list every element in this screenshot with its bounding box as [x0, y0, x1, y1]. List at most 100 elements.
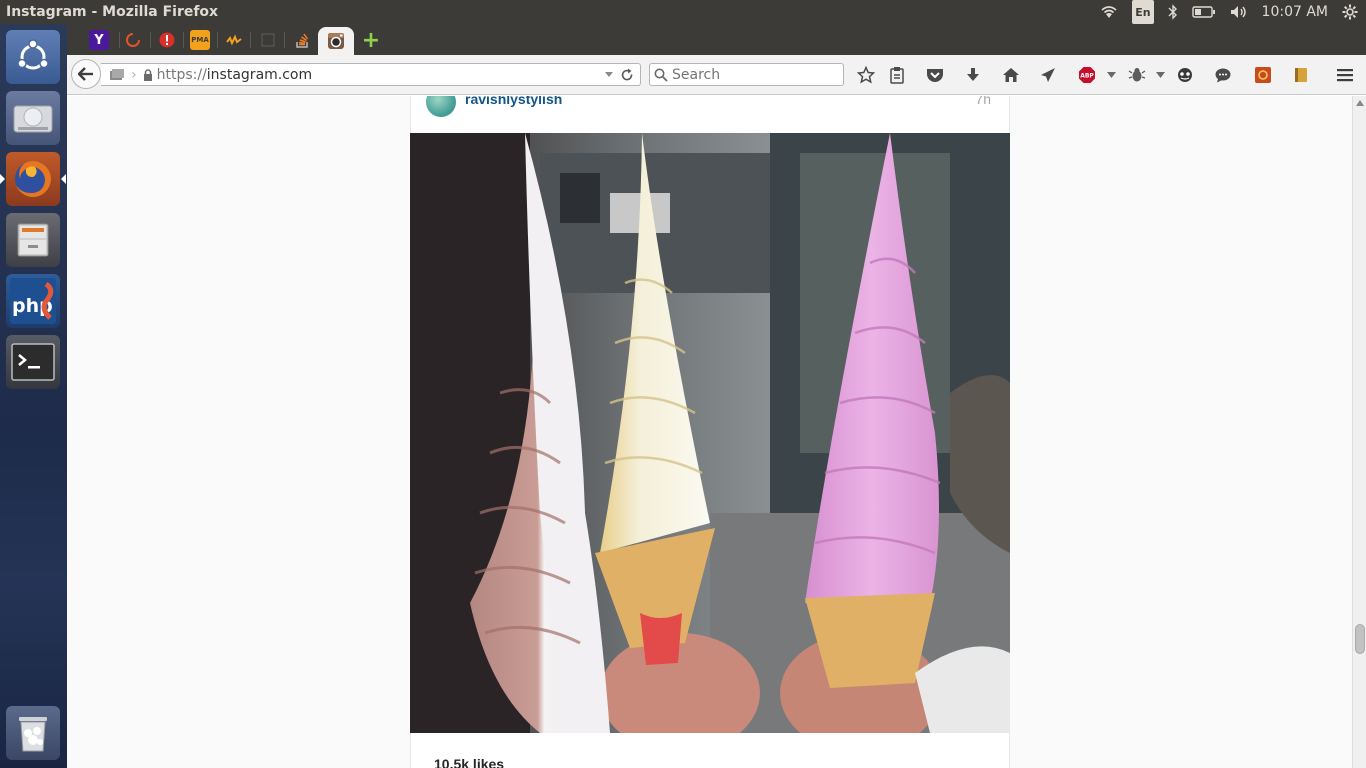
bluetooth-icon[interactable]: [1168, 0, 1178, 24]
firefox-launcher[interactable]: [6, 152, 60, 206]
firefox-window: Y PMA + › https://instagram.com Search A…: [67, 24, 1366, 768]
tab-phpmyadmin[interactable]: PMA: [190, 30, 210, 50]
tab-separator: [150, 32, 151, 48]
instagram-icon: [328, 33, 344, 49]
tab-bar: Y PMA +: [67, 24, 1366, 55]
feed-post: ravishlystylish 7h 10.5k likes: [410, 96, 1010, 768]
back-arrow-icon: [78, 67, 93, 81]
ice-cream-cones-image: [410, 133, 1010, 733]
files-launcher[interactable]: [6, 213, 60, 267]
tab-separator: [183, 32, 184, 48]
window-title: Instagram - Mozilla Firefox: [6, 4, 219, 20]
unity-launcher: php: [0, 24, 67, 768]
ubuntu-extension-icon: [1255, 67, 1271, 83]
yahoo-icon: Y: [94, 32, 104, 48]
pma-icon: PMA: [191, 36, 209, 44]
ubuntu-dash-button[interactable]: [6, 30, 60, 84]
pocket-button[interactable]: [925, 65, 945, 85]
post-username[interactable]: ravishlystylish: [465, 96, 562, 107]
phpstorm-launcher[interactable]: php: [6, 274, 60, 328]
privacy-button[interactable]: [1175, 65, 1195, 85]
bookmark-star-button[interactable]: [856, 65, 876, 85]
battery-icon[interactable]: [1191, 0, 1216, 24]
send-button[interactable]: [1038, 65, 1058, 85]
stackoverflow-icon: [296, 33, 309, 48]
top-panel: Instagram - Mozilla Firefox En 10:07 AM: [0, 0, 1366, 24]
search-input[interactable]: [672, 66, 832, 83]
dropdown-arrow-icon: [1106, 72, 1116, 78]
avatar[interactable]: [426, 96, 456, 117]
gear-icon[interactable]: [1342, 0, 1358, 24]
back-button[interactable]: [71, 59, 101, 89]
page-scrollbar[interactable]: [1352, 96, 1366, 768]
url-text[interactable]: https://instagram.com: [157, 67, 604, 83]
terminal-icon: [11, 343, 55, 381]
tab-separator: [119, 32, 120, 48]
tab-alert[interactable]: [157, 30, 177, 50]
tab-yahoo[interactable]: Y: [89, 30, 109, 50]
search-bar[interactable]: [649, 63, 844, 86]
ubuntu-logo-icon: [17, 39, 49, 70]
post-header: ravishlystylish 7h: [411, 96, 1009, 133]
tab-opera[interactable]: [123, 30, 143, 50]
reload-icon[interactable]: [620, 68, 634, 82]
terminal-launcher[interactable]: [6, 335, 60, 389]
chat-button[interactable]: [1213, 65, 1233, 85]
hard-drive-icon: [13, 105, 53, 133]
bug-icon: [1128, 68, 1146, 82]
indicator-area: En 10:07 AM: [1100, 0, 1366, 24]
notebook-icon: [1295, 68, 1307, 82]
search-icon: [654, 68, 668, 82]
abp-label: ABP: [1080, 73, 1094, 80]
file-cabinet-icon: [17, 223, 49, 257]
keyboard-layout-indicator[interactable]: En: [1132, 0, 1154, 24]
extension-orange-button[interactable]: [1253, 65, 1273, 85]
tab-stackoverflow[interactable]: [292, 30, 312, 50]
trash-launcher[interactable]: [6, 706, 60, 760]
history-dropdown-icon[interactable]: [109, 68, 125, 82]
tab-instagram[interactable]: [318, 27, 354, 55]
volume-icon[interactable]: [1230, 0, 1248, 24]
loading-spinner-icon: [126, 33, 140, 47]
url-protocol: https://: [156, 66, 207, 83]
open-menu-button[interactable]: [1335, 65, 1355, 85]
adblock-dropdown[interactable]: [1101, 65, 1121, 85]
url-dropdown-icon[interactable]: [604, 71, 614, 79]
scrollbar-thumb[interactable]: [1355, 624, 1365, 654]
dropdown-arrow-icon: [1155, 72, 1165, 78]
tab-separator: [284, 32, 285, 48]
firebug-dropdown[interactable]: [1150, 65, 1170, 85]
post-photo[interactable]: [410, 133, 1010, 733]
bookmarks-menu-button[interactable]: [887, 65, 907, 85]
tab-wave[interactable]: [224, 30, 244, 50]
post-timestamp[interactable]: 7h: [975, 96, 991, 107]
likes-count[interactable]: 10.5k likes: [434, 756, 504, 768]
scroll-up-arrow-icon[interactable]: [1356, 100, 1364, 106]
trash-icon: [19, 717, 47, 752]
url-bar[interactable]: › https://instagram.com: [101, 63, 641, 86]
chat-bubble-icon: [1215, 68, 1231, 83]
wifi-icon[interactable]: [1100, 0, 1118, 24]
clipboard-icon: [890, 67, 904, 84]
firebug-button[interactable]: [1127, 65, 1147, 85]
navigation-toolbar: › https://instagram.com Search ABP: [67, 55, 1366, 95]
clock[interactable]: 10:07 AM: [1262, 0, 1328, 24]
lock-icon[interactable]: [143, 68, 153, 81]
phpstorm-icon: php: [10, 278, 56, 324]
downloads-button[interactable]: [963, 65, 983, 85]
hamburger-menu-icon: [1337, 69, 1353, 82]
star-icon: [857, 66, 875, 84]
wave-chart-icon: [226, 34, 242, 46]
firefox-icon: [15, 161, 51, 197]
notes-button[interactable]: [1291, 65, 1311, 85]
tab-blank[interactable]: [258, 30, 278, 50]
active-app-indicator: [0, 174, 5, 184]
disks-launcher[interactable]: [6, 91, 60, 145]
adblock-icon: ABP: [1079, 67, 1095, 83]
blank-page-icon: [261, 33, 275, 47]
adblock-plus-button[interactable]: ABP: [1077, 65, 1097, 85]
new-tab-button[interactable]: +: [361, 28, 381, 53]
tab-separator: [250, 32, 251, 48]
home-button[interactable]: [1001, 65, 1021, 85]
download-arrow-icon: [967, 68, 979, 81]
